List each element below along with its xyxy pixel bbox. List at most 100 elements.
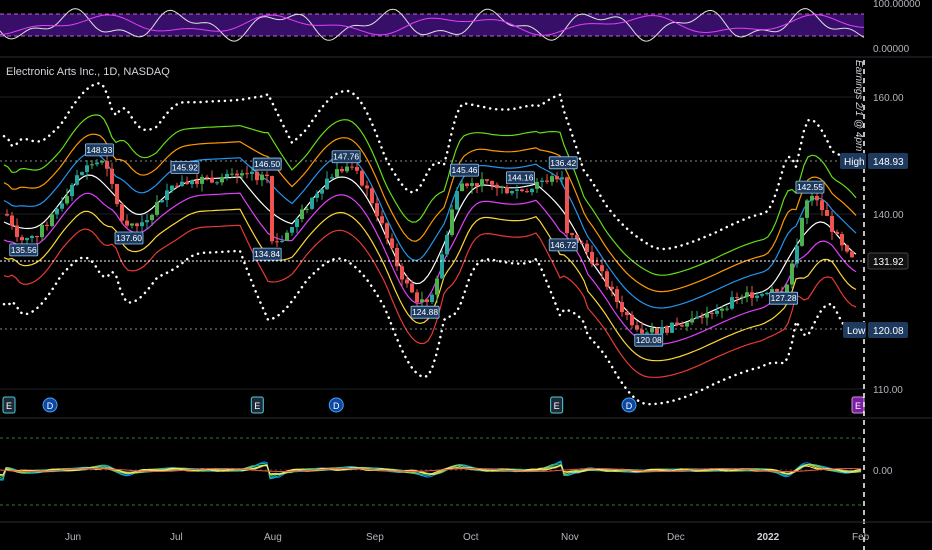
candle-body-47 xyxy=(240,173,244,176)
earnings-event-marker-6[interactable]: E xyxy=(851,396,865,414)
candle-body-91 xyxy=(460,183,464,192)
candle-body-70 xyxy=(355,166,359,171)
candle-body-93 xyxy=(470,183,474,186)
candle-body-12 xyxy=(65,196,69,204)
annotation-label-9: 144.16 xyxy=(507,173,533,183)
dividend-event-marker-5[interactable]: D xyxy=(621,397,637,413)
candle-body-115 xyxy=(580,242,584,244)
candle-body-123 xyxy=(620,302,624,313)
candle-body-38 xyxy=(195,180,199,184)
candle-body-65 xyxy=(330,177,334,179)
annotation-6: 147.76 xyxy=(331,150,361,164)
dividend-event-marker-1[interactable]: D xyxy=(42,397,58,413)
candle-body-37 xyxy=(190,180,194,185)
candle-body-90 xyxy=(455,191,459,210)
candle-body-96 xyxy=(485,179,489,181)
earnings-note: Earnings 2/1 @ 4pm xyxy=(853,60,864,151)
candle-body-98 xyxy=(495,184,499,189)
candle-body-79 xyxy=(400,266,404,280)
candle-body-156 xyxy=(785,284,789,292)
candle-body-32 xyxy=(165,190,169,201)
candle-body-26 xyxy=(135,223,139,227)
candle-body-159 xyxy=(800,217,804,246)
candle-body-116 xyxy=(585,243,589,252)
candle-body-135 xyxy=(680,325,684,327)
candle-body-97 xyxy=(490,180,494,185)
candle-body-5 xyxy=(30,236,34,239)
candle-body-83 xyxy=(420,299,424,303)
trading-chart[interactable]: 100.00000 0.00000 Electronic Arts Inc., … xyxy=(0,0,932,550)
candle-body-141 xyxy=(710,312,714,314)
time-label-jul: Jul xyxy=(170,532,183,543)
candle-body-128 xyxy=(645,332,649,334)
candle-body-113 xyxy=(570,233,574,235)
candle-body-122 xyxy=(615,289,619,303)
annotation-12: 120.08 xyxy=(634,333,664,347)
candle-body-22 xyxy=(115,183,119,205)
candle-body-151 xyxy=(760,294,764,296)
earnings-event-marker-0[interactable]: E xyxy=(2,396,16,414)
candle-body-167 xyxy=(840,234,844,246)
candle-body-102 xyxy=(515,189,519,191)
candle-body-51 xyxy=(260,174,264,181)
candle-body-68 xyxy=(345,166,349,172)
candle-body-34 xyxy=(175,185,179,187)
candle-body-21 xyxy=(110,168,114,184)
time-label-feb: Feb xyxy=(852,532,870,543)
candle-body-59 xyxy=(300,209,304,220)
annotation-label-13: 127.28 xyxy=(771,293,797,303)
candle-body-77 xyxy=(390,238,394,248)
annotation-label-1: 148.93 xyxy=(86,145,112,155)
candle-body-140 xyxy=(705,312,709,318)
candle-body-142 xyxy=(715,310,719,314)
candle-body-150 xyxy=(755,295,759,298)
candle-body-50 xyxy=(255,171,259,181)
event-letter-2: E xyxy=(254,401,260,411)
candle-body-6 xyxy=(35,236,39,238)
annotation-8: 145.46 xyxy=(450,163,479,177)
candle-body-74 xyxy=(375,203,379,217)
candle-body-39 xyxy=(200,176,204,184)
annotation-2: 137.60 xyxy=(114,231,144,245)
candle-body-30 xyxy=(155,202,159,215)
annotation-label-5: 134.84 xyxy=(254,249,280,259)
candle-body-23 xyxy=(120,204,124,221)
candle-body-58 xyxy=(295,219,299,228)
candle-body-48 xyxy=(245,173,249,175)
candle-body-75 xyxy=(380,216,384,224)
earnings-event-marker-4[interactable]: E xyxy=(550,396,564,414)
high-value: 148.93 xyxy=(873,157,904,168)
candle-body-137 xyxy=(690,318,694,323)
high-label: High xyxy=(844,157,865,168)
candle-body-28 xyxy=(145,220,149,223)
chart-title: Electronic Arts Inc., 1D, NASDAQ xyxy=(6,66,170,78)
annotation-7: 124.88 xyxy=(410,305,440,319)
last-price-value: 131.92 xyxy=(873,257,904,268)
candle-body-124 xyxy=(625,312,629,315)
candle-body-14 xyxy=(75,175,79,185)
candle-body-146 xyxy=(735,297,739,299)
candle-body-8 xyxy=(45,224,49,226)
candle-body-71 xyxy=(360,170,364,186)
candle-body-52 xyxy=(265,174,269,177)
candle-body-53 xyxy=(270,176,274,242)
annotation-label-6: 147.76 xyxy=(333,152,359,162)
annotation-label-8: 145.46 xyxy=(452,165,478,175)
candle-body-168 xyxy=(845,245,849,252)
candle-body-80 xyxy=(405,279,409,284)
candle-body-9 xyxy=(50,214,54,226)
candle-body-117 xyxy=(590,251,594,264)
dividend-event-marker-3[interactable]: D xyxy=(328,397,344,413)
annotation-14: 142.55 xyxy=(795,180,825,194)
candle-body-85 xyxy=(430,294,434,303)
candle-body-15 xyxy=(80,172,84,176)
candle-body-73 xyxy=(370,188,374,204)
candle-body-64 xyxy=(325,178,329,190)
earnings-event-marker-2[interactable]: E xyxy=(250,396,264,414)
candle-body-60 xyxy=(305,208,309,210)
top-axis-tick-100: 100.00000 xyxy=(873,0,921,10)
candle-body-100 xyxy=(505,186,509,194)
candle-body-27 xyxy=(140,222,144,227)
candle-body-61 xyxy=(310,197,314,209)
annotation-3: 145.92 xyxy=(170,161,200,174)
